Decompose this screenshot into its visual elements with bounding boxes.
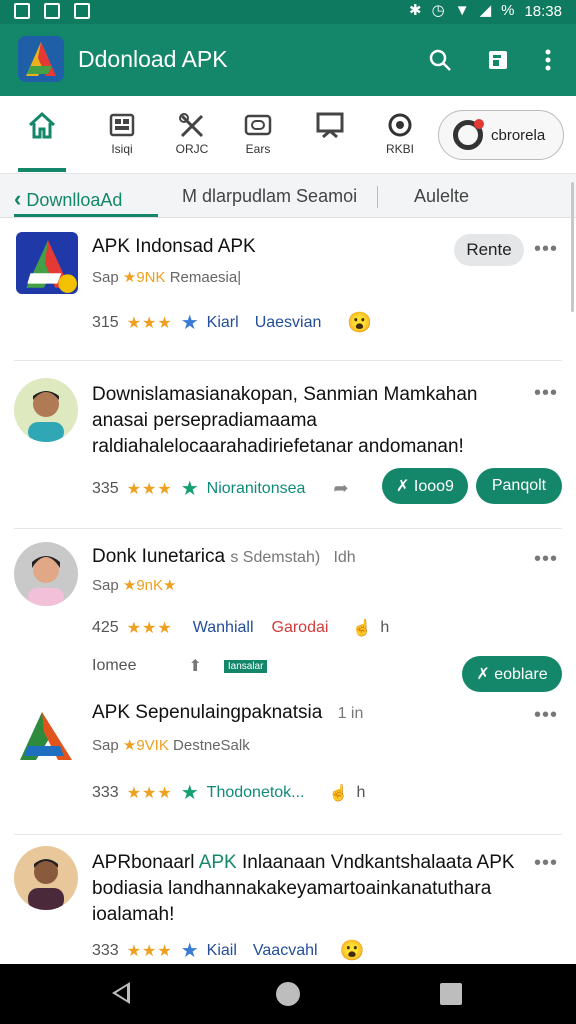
like-icon[interactable]: ☝ [352, 618, 372, 638]
item-meta: 335 ★★★ ★ Nioranitonsea ➦ [92, 478, 349, 500]
app-title: Ddonload APK [78, 46, 228, 72]
record-icon [385, 110, 415, 140]
monitor-icon [315, 110, 345, 140]
tag-badge: Iansalar [223, 659, 268, 673]
chrome-icon [453, 119, 484, 150]
star-icon: ★ [180, 782, 199, 804]
star-icon: ★ [180, 940, 199, 962]
more-options-icon[interactable]: ••• [534, 548, 558, 571]
action-button[interactable]: ✗ eoblare [462, 656, 562, 692]
item-title: APK Sepenulaingpaknatsia 1 in [92, 702, 364, 723]
wifi-icon: ▼ [454, 2, 470, 19]
category-record[interactable]: RKBI [370, 110, 430, 156]
search-icon[interactable] [426, 46, 454, 74]
star-icon: ★ [180, 312, 199, 334]
home-icon [27, 110, 57, 140]
recent-apps-icon[interactable] [440, 983, 462, 1005]
item-title: Downislamasianakopan, Sanmian Mamkahan a… [92, 384, 478, 457]
reaction-icon: 😮 [339, 940, 365, 962]
grid-icon [107, 110, 137, 140]
notification-icon [44, 3, 60, 19]
category-indicator [18, 168, 66, 172]
battery-icon: % [501, 2, 515, 19]
tab-bar: ‹ DownlloaAd M dlarpudlam Seamoi Aulelte [0, 174, 576, 218]
avatar [14, 846, 78, 910]
avatar [14, 378, 78, 442]
avatar [14, 542, 78, 606]
scrollbar[interactable] [571, 182, 574, 312]
signal-icon: ◢ [479, 2, 492, 19]
navigation-bar [0, 964, 576, 1024]
rent-button[interactable]: Rente [454, 234, 524, 266]
app-bar: Ddonload APK [0, 24, 576, 96]
bookmark-icon[interactable] [484, 46, 512, 74]
item-meta: 315 ★★★ ★ Kiarl Uaesvian 😮 [92, 312, 373, 334]
item-subtitle: Sap ★9NK Remaesia| [92, 269, 242, 286]
category-camera[interactable]: Ears [228, 110, 288, 156]
category-home[interactable] [12, 110, 72, 142]
category-tools[interactable]: ORJC [162, 110, 222, 156]
action-button[interactable]: Panqolt [476, 468, 562, 504]
category-grid[interactable]: Isiqi [92, 110, 152, 156]
more-options-icon[interactable] [534, 46, 562, 74]
tab-indicator [14, 214, 158, 217]
item-title: APRbonaarl APK Inlaanaan Vndkantshalaata… [92, 852, 515, 925]
divider [14, 528, 562, 529]
share-icon[interactable]: ➦ [333, 478, 348, 499]
upvote-icon[interactable]: ⬆ [188, 656, 201, 676]
tab-second[interactable]: M dlarpudlam Seamoi [182, 186, 357, 207]
item-link[interactable]: Nioranitonsea [207, 480, 306, 498]
more-options-icon[interactable]: ••• [534, 382, 558, 405]
rating-stars: ★★★ [126, 480, 173, 498]
action-button[interactable]: ✗ Iooo9 [382, 468, 468, 504]
item-link[interactable]: Uaesvian [255, 314, 322, 332]
rating-stars: ★★★ [126, 620, 173, 637]
item-extra: Iomee ⬆ Iansalar [92, 656, 268, 676]
more-options-icon[interactable]: ••• [534, 852, 558, 875]
item-title: Donk Iunetarica s Sdemstah) Idh [92, 546, 356, 567]
star-icon: ★ [180, 478, 199, 500]
notification-icon [74, 3, 90, 19]
item-link[interactable]: Thodonetok... [207, 784, 305, 802]
rating-stars: ★★★ [126, 784, 173, 802]
clock: 18:38 [524, 2, 562, 20]
item-link[interactable]: Kiail [207, 942, 237, 960]
home-button-icon[interactable] [276, 982, 300, 1006]
status-bar: ✱ ◷ ▼ ◢ % 18:38 [0, 0, 576, 24]
alarm-icon: ◷ [431, 2, 445, 19]
more-options-icon[interactable]: ••• [534, 704, 558, 727]
item-meta: 425 ★★★ Wanhiall Garodai ☝ h [92, 618, 390, 638]
back-icon-inner [116, 986, 127, 1000]
item-meta: 333 ★★★ ★ Thodonetok... ☝ h [92, 782, 366, 804]
tab-divider [377, 186, 378, 208]
item-link[interactable]: Wanhiall [193, 619, 254, 637]
app-logo [16, 232, 78, 294]
tools-icon [177, 110, 207, 140]
like-icon[interactable]: ☝ [329, 783, 349, 803]
reaction-icon: 😮 [347, 312, 373, 334]
category-pill[interactable]: cbrorela [438, 110, 564, 160]
app-logo [14, 704, 78, 768]
rating-stars: ★★★ [126, 942, 173, 960]
item-link[interactable]: Garodai [272, 619, 329, 637]
category-monitor[interactable] [300, 110, 360, 142]
app-logo [18, 36, 64, 82]
tab-download[interactable]: ‹ DownlloaAd [14, 186, 122, 212]
item-link[interactable]: Kiarl [207, 314, 239, 332]
item-subtitle: Sap ★9nK★ [92, 577, 177, 594]
item-meta: 333 ★★★ ★ Kiail Vaacvahl 😮 [92, 940, 365, 962]
divider [14, 834, 562, 835]
more-options-icon[interactable]: ••• [534, 238, 558, 261]
item-subtitle: Sap ★9VIK DestneSalk [92, 737, 250, 754]
rating-stars: ★★★ [126, 314, 173, 332]
item-title: APK Indonsad APK [92, 236, 256, 257]
camera-icon [243, 110, 273, 140]
bluetooth-icon: ✱ [409, 2, 422, 19]
item-link[interactable]: Vaacvahl [253, 942, 318, 960]
chevron-left-icon: ‹ [14, 186, 22, 211]
notification-icon [14, 3, 30, 19]
tab-third[interactable]: Aulelte [414, 186, 469, 207]
divider [14, 360, 562, 361]
